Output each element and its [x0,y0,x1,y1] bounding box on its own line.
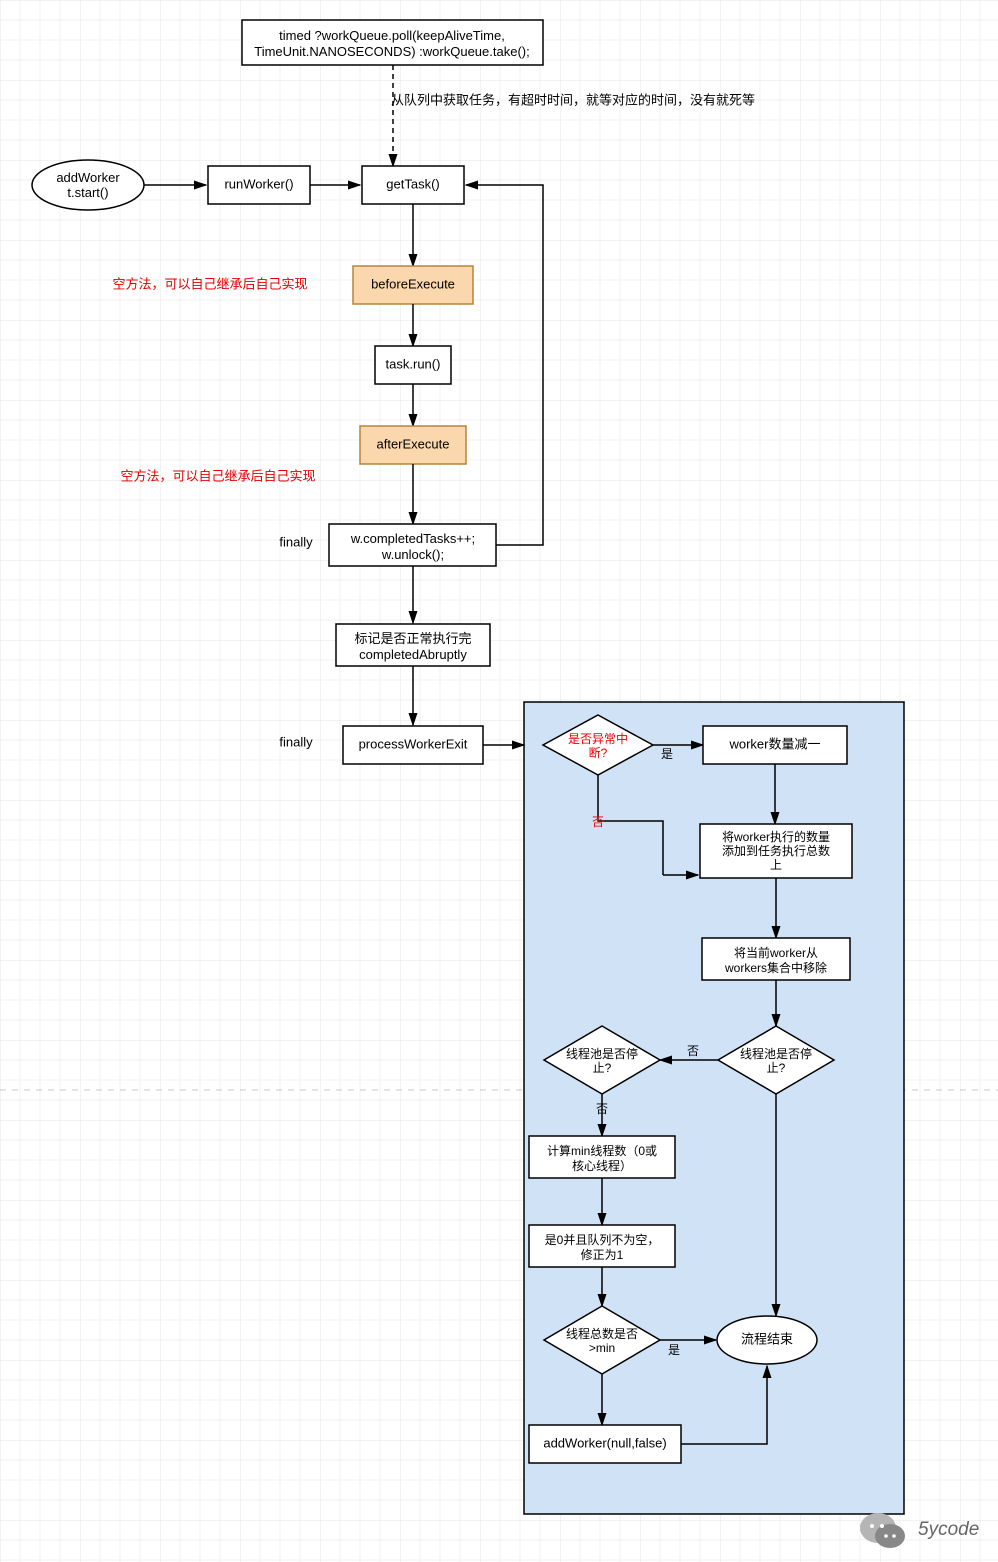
label-after-note: 空方法，可以自己继承后自己实现 [120,468,315,483]
flowchart-canvas: timed ?workQueue.poll(keepAliveTime,Time… [0,0,998,1562]
label-endflow: 流程结束 [741,1331,793,1346]
label-finally1: finally [279,534,313,549]
label-gettask: getTask() [386,176,439,191]
label-afterexecute: afterExecute [377,436,450,451]
label-runworker: runWorker() [224,176,293,191]
watermark-text: 5ycode [918,1519,979,1540]
label-abruptly: 标记是否正常执行完completedAbruptly [354,631,471,662]
label-timed-note: 从队列中获取任务，有超时时间，就等对应的时间，没有就死等 [391,92,755,107]
label-timed-1: timed ?workQueue.poll(keepAliveTime,Time… [254,28,529,59]
label-taskrun: task.run() [386,356,441,371]
label-d1yes: 是 [661,747,673,761]
label-workerdec: worker数量减一 [728,736,820,751]
label-processexit: processWorkerExit [359,736,468,751]
label-d2no: 否 [687,1044,699,1058]
label-d3no: 否 [596,1102,608,1116]
label-addworker-null: addWorker(null,false) [543,1435,666,1450]
label-finally2: finally [279,734,313,749]
label-before-note: 空方法，可以自己继承后自己实现 [112,276,307,291]
label-d4yes: 是 [668,1343,680,1357]
label-d1no: 否 [592,815,604,829]
label-beforeexecute: beforeExecute [371,276,455,291]
